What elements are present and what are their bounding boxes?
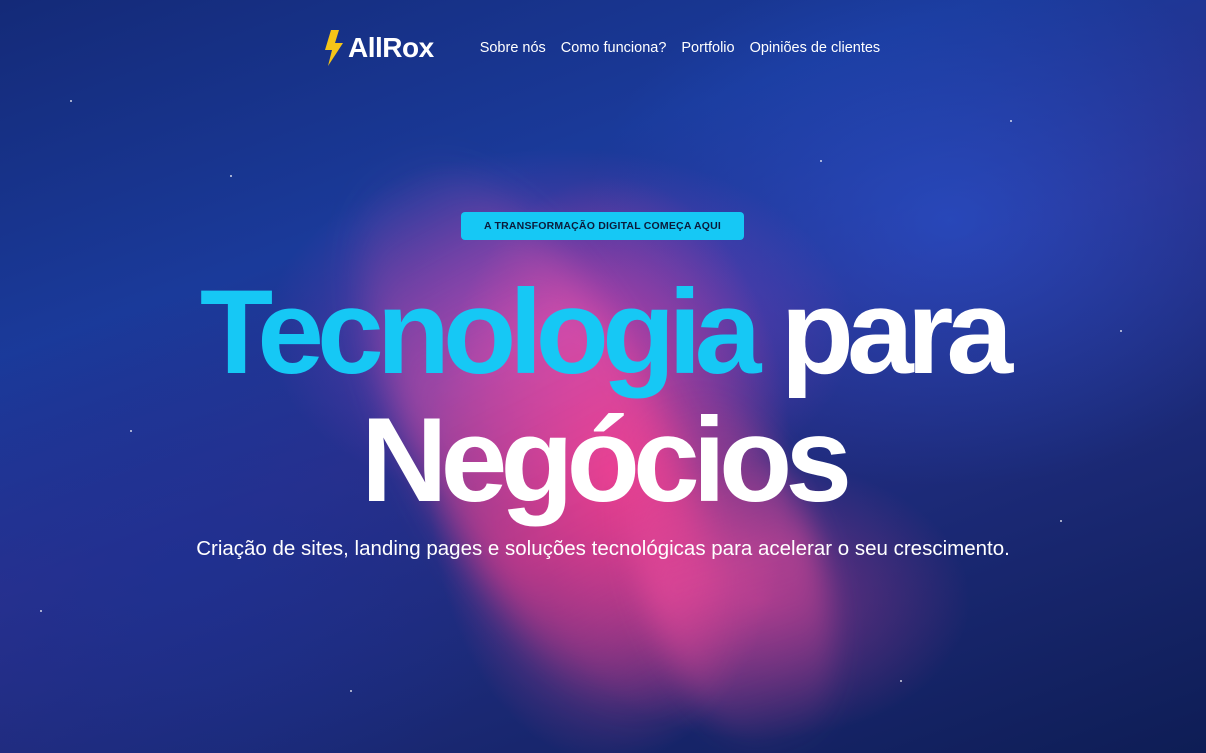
star bbox=[900, 680, 902, 682]
star bbox=[70, 100, 72, 102]
main-menu: Sobre nós Como funciona? Portfolio Opini… bbox=[480, 40, 880, 56]
nav-link-como-funciona[interactable]: Como funciona? bbox=[561, 40, 667, 56]
headline-accent-word: Tecnologia bbox=[199, 265, 761, 399]
headline-line-2: Negócios bbox=[360, 393, 852, 527]
star bbox=[230, 175, 232, 177]
logo-link[interactable]: AllRox bbox=[322, 28, 434, 68]
star bbox=[820, 160, 822, 162]
nav-link-sobre-nos[interactable]: Sobre nós bbox=[480, 40, 546, 56]
top-navigation: AllRox Sobre nós Como funciona? Portfoli… bbox=[322, 28, 880, 68]
hero-subtitle: Criação de sites, landing pages e soluçõ… bbox=[196, 537, 1010, 560]
hero-headline: Tecnologia para Negócios bbox=[0, 268, 1206, 524]
logo-text: AllRox bbox=[348, 32, 434, 63]
star bbox=[350, 690, 352, 692]
star bbox=[1010, 120, 1012, 122]
hero-badge: A TRANSFORMAÇÃO DIGITAL COMEÇA AQUI bbox=[461, 212, 744, 240]
nav-link-portfolio[interactable]: Portfolio bbox=[681, 40, 734, 56]
headline-word: para bbox=[780, 265, 1013, 399]
nav-link-opinioes-clientes[interactable]: Opiniões de clientes bbox=[750, 40, 881, 56]
star bbox=[40, 610, 42, 612]
lightning-bolt-icon bbox=[325, 30, 343, 66]
